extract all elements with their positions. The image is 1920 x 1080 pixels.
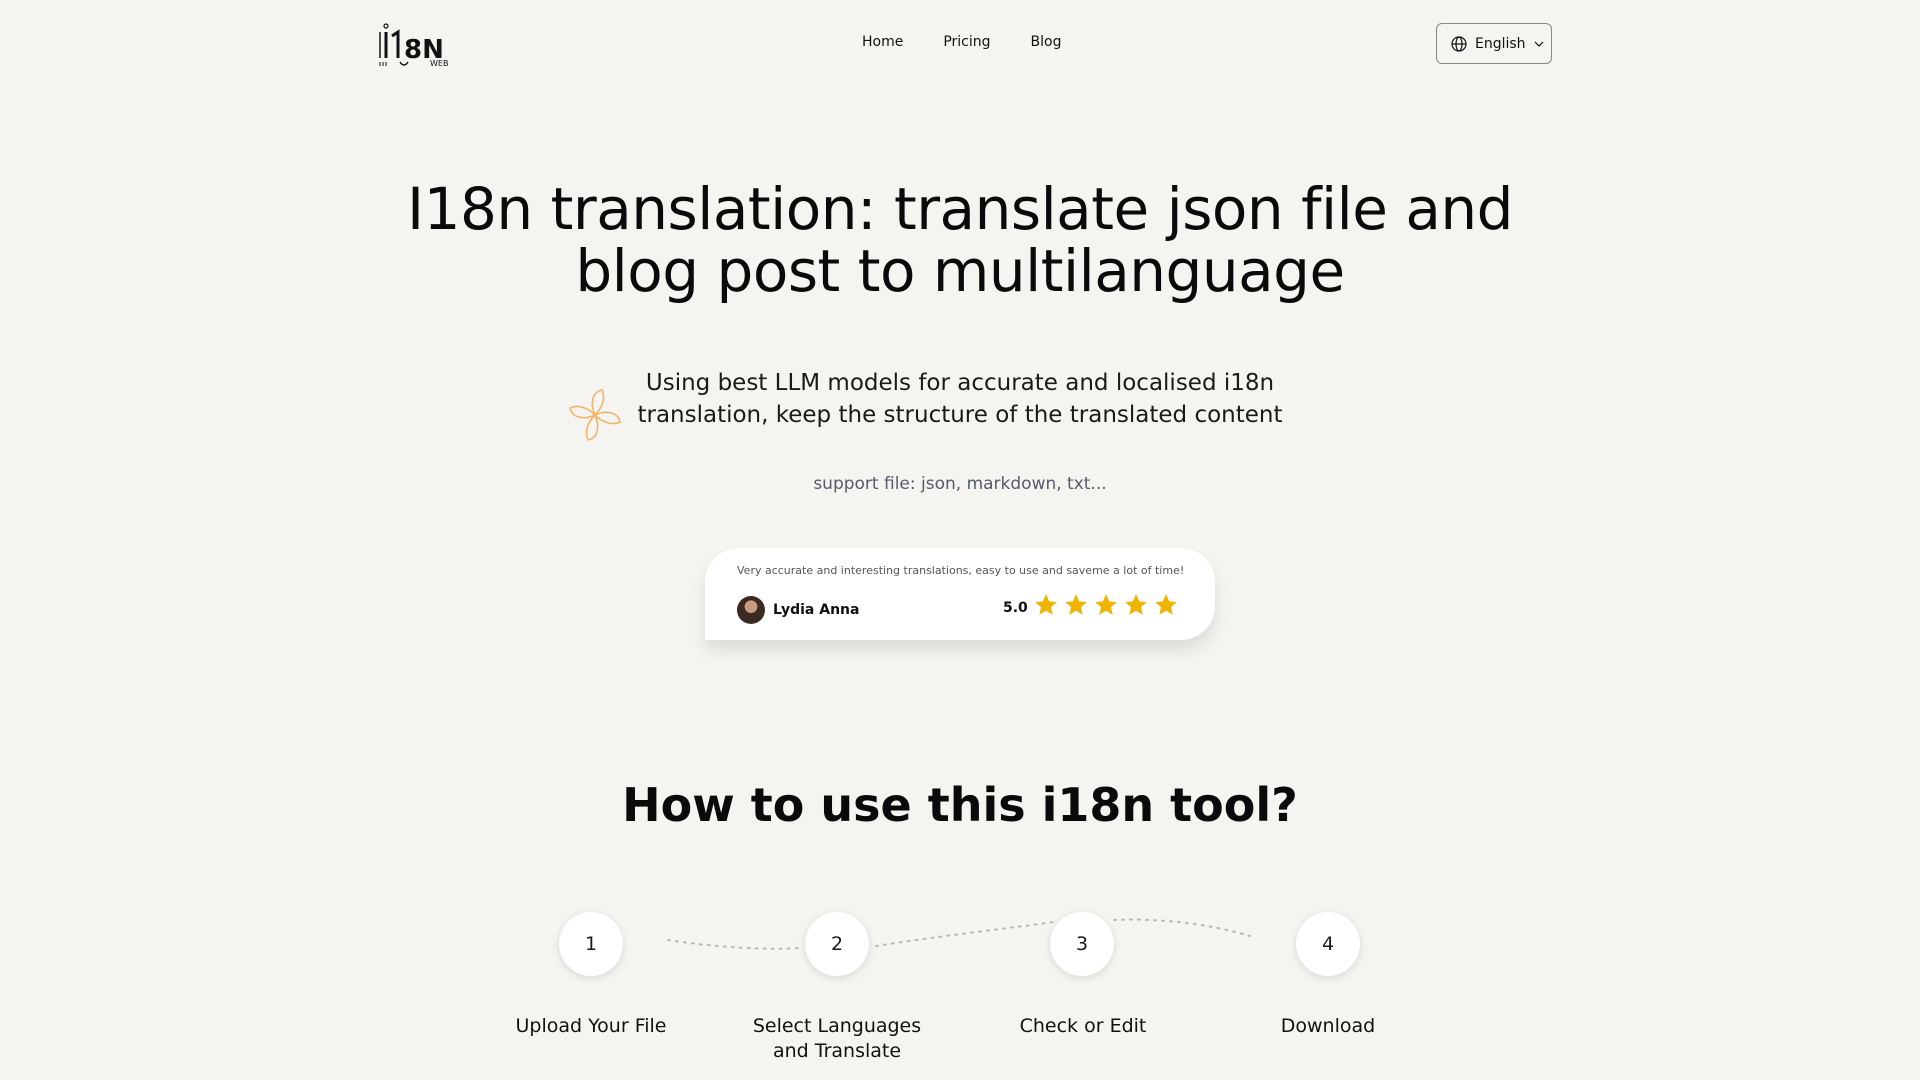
step-3-circle: 3 (1050, 912, 1114, 976)
logo-sub: WEB (430, 59, 448, 68)
language-label: English (1475, 35, 1526, 52)
star-icon (1065, 594, 1087, 615)
avatar (737, 596, 765, 624)
step-4-circle: 4 (1296, 912, 1360, 976)
hero-subtitle: Using best LLM models for accurate and l… (620, 367, 1300, 431)
hero-title-line1: I18n translation: translate json file an… (407, 175, 1513, 243)
star-icon (1155, 594, 1177, 615)
hero-subtitle-line1: Using best LLM models for accurate and l… (645, 370, 1275, 396)
logo[interactable]: 8N WEB (378, 18, 458, 68)
star-icon (1125, 594, 1147, 615)
star-icon (1035, 594, 1057, 615)
supported-files: support file: json, markdown, txt... (813, 474, 1107, 494)
step-3-label: Check or Edit (1019, 1015, 1147, 1037)
star-rating (1033, 592, 1179, 618)
step-1-label: Upload Your File (515, 1015, 667, 1037)
logo-icon: 8N WEB (379, 23, 448, 68)
language-selector[interactable]: English (1436, 23, 1552, 64)
star-icon (1095, 594, 1117, 615)
step-4-label: Download (1280, 1015, 1376, 1037)
chevron-down-icon (1534, 41, 1543, 47)
step-2-label: Select Languages and Translate (752, 1015, 922, 1062)
nav-pricing[interactable]: Pricing (943, 34, 990, 50)
how-to-title: How to use this i18n tool? (622, 778, 1298, 832)
nav-blog[interactable]: Blog (1031, 34, 1062, 50)
hero-title: I18n translation: translate json file an… (360, 178, 1560, 302)
step-1-circle: 1 (559, 912, 623, 976)
reviewer-name: Lydia Anna (773, 602, 860, 618)
main-nav: Home Pricing Blog (862, 34, 1062, 50)
header: 8N WEB Home Pricing Blog English (0, 0, 1920, 90)
step-2-circle: 2 (805, 912, 869, 976)
globe-icon (1451, 35, 1467, 52)
hero-subtitle-line2: translation, keep the structure of the t… (637, 402, 1283, 428)
steps-connector (667, 918, 1251, 950)
review-card: Very accurate and interesting translatio… (705, 548, 1215, 640)
hero-title-line2: blog post to multilanguage (575, 237, 1345, 305)
rating-value: 5.0 (1003, 600, 1028, 616)
nav-home[interactable]: Home (862, 34, 903, 50)
sparkle-icon (569, 389, 621, 441)
review-text: Very accurate and interesting translatio… (737, 564, 1185, 577)
